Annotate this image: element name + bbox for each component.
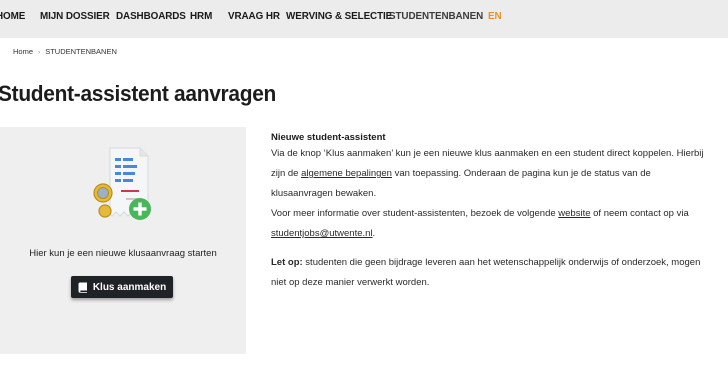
language-switch-en[interactable]: EN <box>488 10 502 22</box>
breadcrumb-home[interactable]: Home <box>13 47 33 56</box>
nav-item-mijn-dossier[interactable]: MIJN DOSSIER <box>40 10 110 22</box>
nav-item-vraag-hr[interactable]: VRAAG HR <box>228 10 280 22</box>
document-with-coins-and-plus-icon <box>93 147 151 220</box>
nav-item-hrm[interactable]: HRM <box>190 10 212 22</box>
nav-item-dashboards[interactable]: DASHBOARDS <box>116 10 186 22</box>
nav-item-werving-selectie[interactable]: WERVING & SELECTIE <box>286 10 392 22</box>
website-link[interactable]: website <box>558 208 590 219</box>
algemene-bepalingen-link[interactable]: algemene bepalingen <box>301 168 392 179</box>
info-paragraph-1: Via de knop ‘Klus aanmaken’ kun je een n… <box>271 148 704 199</box>
klus-aanmaken-label: Klus aanmaken <box>92 281 167 293</box>
email-link[interactable]: studentjobs@utwente.nl <box>271 228 373 239</box>
new-request-text: Hier kun je een nieuwe klusaanvraag star… <box>29 248 217 259</box>
breadcrumb-separator: › <box>38 49 41 56</box>
nav-item-studentenbanen[interactable]: STUDENTENBANEN <box>389 10 483 22</box>
warning-paragraph: Let op: studenten die geen bijdrage leve… <box>271 253 711 293</box>
info-paragraph-2: Voor meer informatie over student-assist… <box>271 208 689 239</box>
info-heading: Nieuwe student-assistent <box>271 132 386 143</box>
warning-text: studenten die geen bijdrage leveren aan … <box>271 257 701 288</box>
nav-item-home[interactable]: HOME <box>0 10 25 22</box>
page-title: Student-assistent aanvragen <box>0 81 277 106</box>
info-content: Nieuwe student-assistent Via de knop ‘Kl… <box>271 131 711 293</box>
new-request-panel: Hier kun je een nieuwe klusaanvraag star… <box>0 127 246 354</box>
book-icon <box>78 282 87 293</box>
klus-aanmaken-button[interactable]: Klus aanmaken <box>71 276 173 298</box>
top-navigation: HOME MIJN DOSSIER DASHBOARDS HRM VRAAG H… <box>0 0 728 38</box>
breadcrumb: Home › STUDENTENBANEN <box>13 47 117 56</box>
breadcrumb-current: STUDENTENBANEN <box>45 47 117 56</box>
warning-label: Let op: <box>271 257 303 268</box>
